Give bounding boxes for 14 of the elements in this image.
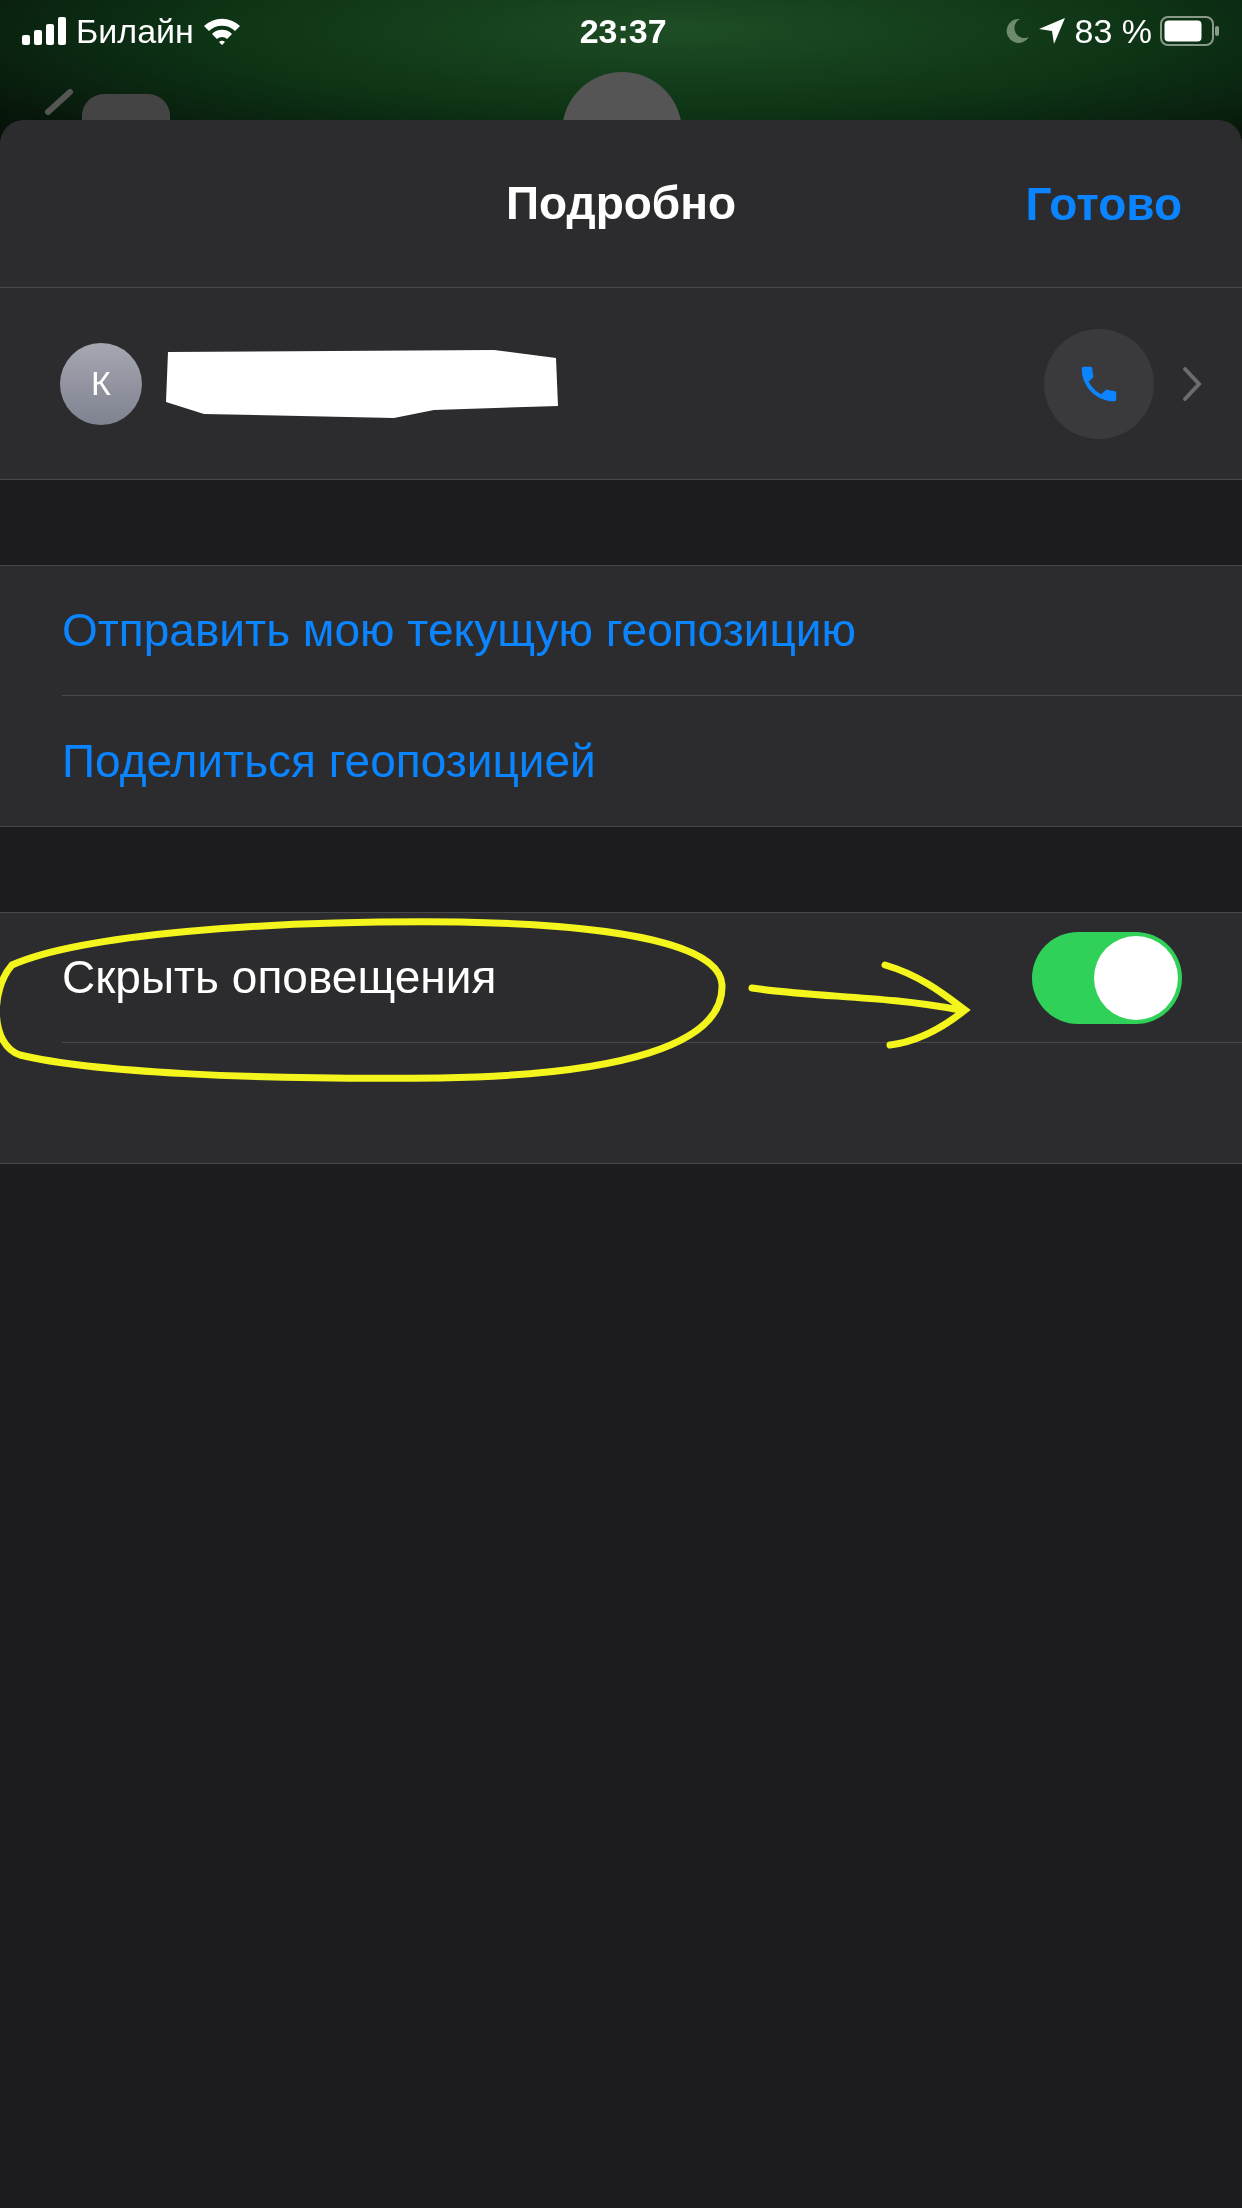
location-arrow-icon	[1038, 17, 1067, 45]
action-link[interactable]: Отправить мою текущую геопозицию	[62, 566, 1242, 696]
chevron-right-icon[interactable]	[1182, 365, 1202, 402]
signal-icon	[22, 17, 68, 45]
time-text: 23:37	[579, 10, 667, 52]
action-link[interactable]: Поделиться геопозицией	[62, 696, 1242, 826]
moon-icon	[1004, 17, 1031, 45]
contact-avatar: К	[60, 342, 142, 425]
battery-percent: 83 %	[1074, 10, 1152, 52]
sheet-title: Подробно	[505, 176, 737, 231]
setting-label: Скрыть оповещения	[62, 950, 497, 1005]
carrier-name: Билайн	[76, 10, 194, 52]
done-button[interactable]: Готово	[1025, 169, 1182, 238]
battery-icon	[1160, 16, 1220, 46]
